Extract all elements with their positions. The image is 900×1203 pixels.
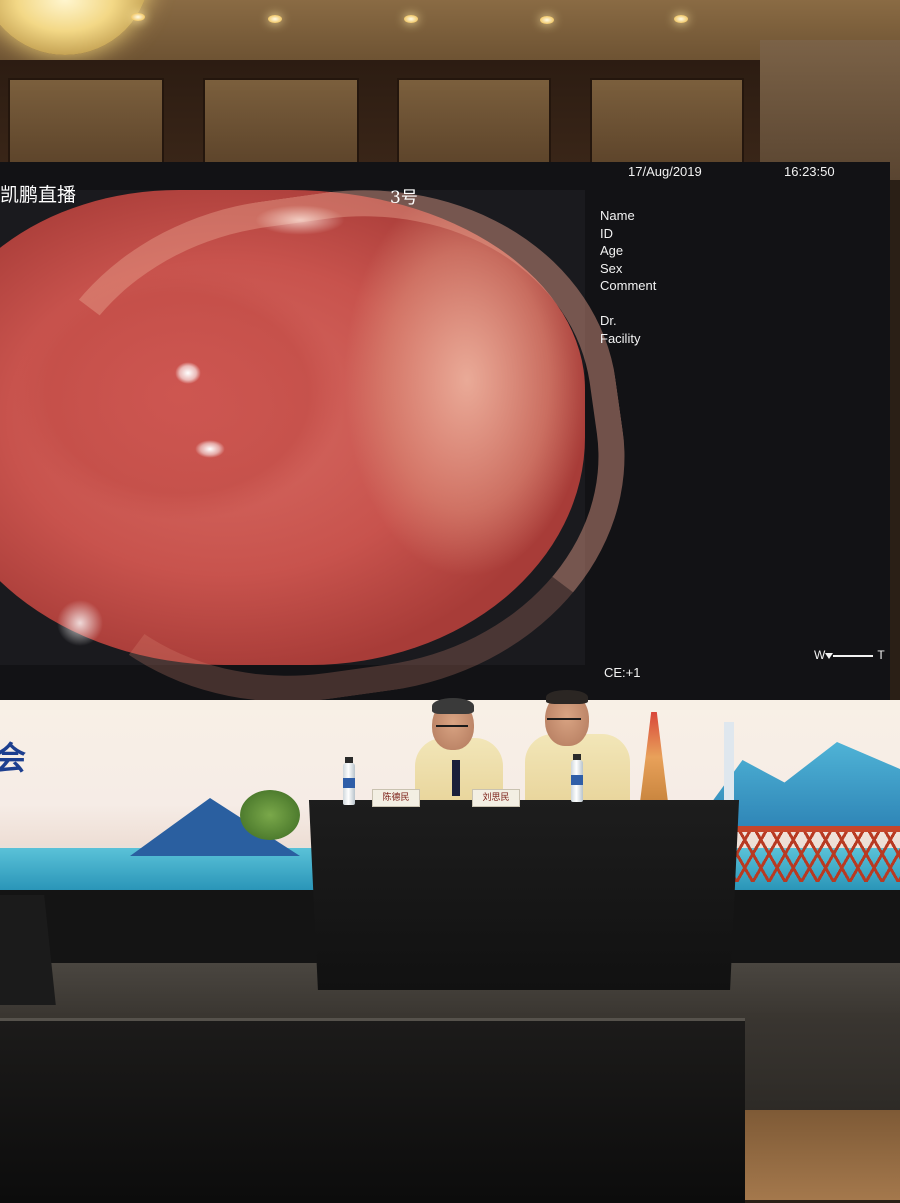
zoom-pointer-icon (825, 652, 834, 659)
field-comment-label: Comment (600, 278, 657, 293)
field-sex-label: Sex (600, 260, 623, 276)
field-facility-label: Facility (600, 330, 641, 346)
light-reflection (255, 205, 345, 235)
contrast-enhancement-readout: CE:+1 (604, 665, 641, 680)
panel-table (308, 800, 740, 990)
ceiling-light (540, 16, 554, 24)
channel-title: 凯鹏直播 (0, 184, 77, 206)
field-spacer (600, 295, 656, 313)
water-bottle-label (343, 778, 355, 788)
field-doctor-label: Dr. (600, 313, 617, 328)
glasses (436, 725, 468, 732)
patient-info-fields: Name ID Age Sex Comment Dr. Facility (600, 207, 656, 347)
nameplate-right: 刘思民 (472, 789, 520, 807)
field-name-label: Name (600, 208, 635, 223)
ceiling-light (268, 15, 282, 23)
foreground-seat (0, 1018, 745, 1203)
wall-panel (8, 78, 164, 164)
banner-trees (240, 790, 300, 840)
zoom-wide-label: W (814, 648, 826, 662)
wall-panel (590, 78, 744, 164)
side-wall (760, 40, 900, 180)
light-reflection (175, 362, 201, 384)
banner-title-fragment: 会 (0, 740, 27, 776)
water-bottle-label (571, 775, 583, 785)
light-reflection (195, 440, 225, 458)
panelist-left-hair (432, 698, 474, 714)
ceiling-light (131, 13, 145, 21)
wall-panel (397, 78, 551, 164)
room-label: 3号 (390, 188, 418, 208)
zoom-bar (833, 654, 874, 657)
ceiling-light (404, 15, 418, 23)
osd-date: 17/Aug/2019 (628, 164, 702, 179)
necktie (452, 760, 460, 796)
bridge-truss (735, 832, 900, 882)
zoom-scale: WT (814, 647, 885, 665)
wall-panel (203, 78, 359, 164)
light-reflection (55, 598, 105, 648)
ceiling-light (674, 15, 688, 23)
glasses (547, 718, 581, 725)
osd-time: 16:23:50 (784, 164, 835, 179)
field-age-label: Age (600, 243, 624, 258)
field-id-label: ID (600, 225, 613, 241)
panelist-right-hair (546, 690, 588, 704)
nameplate-left: 陈德民 (372, 789, 420, 807)
zoom-tele-label: T (877, 648, 885, 662)
